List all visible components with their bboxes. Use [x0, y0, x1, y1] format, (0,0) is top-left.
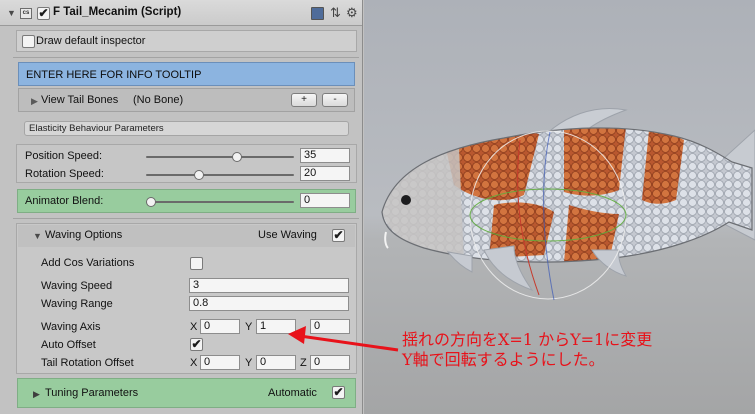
add-cos-label: Add Cos Variations	[41, 257, 135, 269]
tail-bones-row: ▶ View Tail Bones (No Bone) + -	[18, 88, 355, 112]
auto-offset-label: Auto Offset	[41, 339, 96, 351]
tail-rot-x-field[interactable]: 0	[200, 355, 240, 370]
info-tooltip-bar[interactable]: ENTER HERE FOR INFO TOOLTIP	[18, 62, 355, 86]
tuning-parameters-label[interactable]: Tuning Parameters	[45, 387, 138, 399]
divider	[13, 57, 359, 58]
waving-axis-label: Waving Axis	[41, 321, 101, 333]
settings-gear-icon[interactable]: ⚙	[346, 5, 358, 21]
tail-rot-x-label: X	[190, 357, 198, 369]
tuning-expand-arrow-icon[interactable]: ▶	[33, 389, 40, 400]
annotation-line-1: 揺れの方向をX=1 からY=1に変更	[402, 330, 653, 349]
expand-arrow-icon[interactable]: ▶	[31, 96, 38, 107]
info-tooltip-label: ENTER HERE FOR INFO TOOLTIP	[26, 69, 202, 81]
waving-options-title[interactable]: Waving Options	[45, 229, 122, 241]
section-label: Elasticity Behaviour Parameters	[24, 121, 349, 136]
rotation-speed-field[interactable]: 20	[300, 166, 350, 181]
annotation-arrow-icon	[288, 326, 399, 352]
automatic-checkbox[interactable]	[332, 386, 345, 399]
waving-axis-x-label: X	[190, 321, 198, 333]
auto-offset-checkbox[interactable]	[190, 338, 203, 351]
use-waving-label: Use Waving	[258, 229, 317, 241]
animator-blend-label: Animator Blend:	[25, 195, 104, 207]
component-header: ▼ cs F Tail_Mecanim (Script) ⇅ ⚙	[0, 0, 362, 26]
waving-speed-field[interactable]: 3	[189, 278, 349, 293]
automatic-label: Automatic	[268, 387, 317, 399]
position-speed-slider[interactable]	[146, 156, 294, 158]
reference-book-icon[interactable]	[311, 7, 324, 20]
animator-blend-field[interactable]: 0	[300, 193, 350, 208]
waving-axis-x-field[interactable]: 0	[200, 319, 240, 334]
add-bone-button[interactable]: +	[291, 93, 317, 107]
component-title: F Tail_Mecanim (Script)	[53, 6, 182, 18]
position-speed-slider-thumb[interactable]	[231, 152, 242, 162]
animator-blend-slider-thumb[interactable]	[146, 197, 156, 207]
annotation-line-2: Y軸で回転するようにした。	[402, 350, 605, 369]
rotation-speed-label: Rotation Speed:	[25, 168, 104, 180]
tail-bones-label[interactable]: View Tail Bones	[41, 94, 118, 106]
tail-bones-value: (No Bone)	[133, 94, 184, 106]
divider	[13, 218, 359, 219]
annotation-note: 揺れの方向をX=1 からY=1に変更 Y軸で回転するようにした。	[402, 330, 652, 370]
use-waving-checkbox[interactable]	[332, 229, 345, 242]
fold-arrow-icon[interactable]: ▼	[7, 8, 16, 18]
remove-bone-button[interactable]: -	[322, 93, 348, 107]
waving-fold-arrow-icon[interactable]: ▼	[33, 231, 42, 241]
preset-icon[interactable]: ⇅	[330, 5, 341, 21]
tail-rot-y-label: Y	[245, 357, 253, 369]
tail-rotation-offset-label: Tail Rotation Offset	[41, 357, 134, 369]
position-speed-label: Position Speed:	[25, 150, 103, 162]
waving-speed-label: Waving Speed	[41, 280, 113, 292]
rotation-speed-slider[interactable]	[146, 174, 294, 176]
draw-default-label: Draw default inspector	[36, 35, 146, 47]
position-speed-field[interactable]: 35	[300, 148, 350, 163]
draw-default-checkbox[interactable]	[22, 35, 35, 48]
add-cos-checkbox[interactable]	[190, 257, 203, 270]
animator-blend-slider[interactable]	[146, 201, 294, 203]
draw-default-row: Draw default inspector	[16, 30, 357, 52]
tail-rot-z-label: Z	[300, 357, 307, 369]
script-icon: cs	[20, 8, 32, 19]
waving-axis-y-label: Y	[245, 321, 253, 333]
waving-range-field[interactable]: 0.8	[189, 296, 349, 311]
component-enabled-checkbox[interactable]	[37, 7, 50, 20]
waving-range-label: Waving Range	[41, 298, 113, 310]
